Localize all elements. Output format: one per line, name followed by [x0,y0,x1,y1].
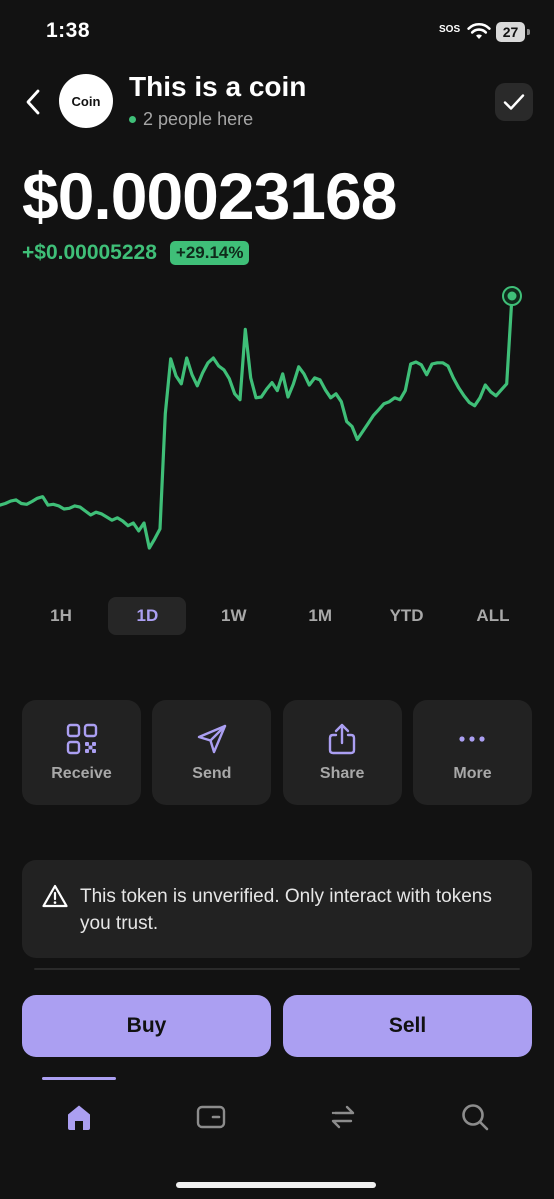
range-tab-1w[interactable]: 1W [195,597,273,635]
page-title: This is a coin [129,71,307,102]
back-button[interactable] [18,84,48,120]
nav-wallet[interactable] [189,1095,233,1139]
price-chart[interactable] [0,280,554,570]
divider [34,968,520,970]
presence-indicator: 2 people here [129,109,253,130]
share-button[interactable]: Share [282,700,402,805]
receive-label: Receive [51,765,112,782]
send-label: Send [192,765,232,782]
presence-text: 2 people here [143,109,254,129]
home-indicator [176,1182,376,1188]
battery-level: 27 [496,22,525,42]
buy-button[interactable]: Buy [22,995,271,1057]
price-change-percent-badge: +29.14% [169,241,250,265]
more-label: More [453,765,492,782]
nav-swap[interactable] [321,1095,365,1139]
range-tab-1d[interactable]: 1D [108,597,187,635]
qr-code-icon [66,723,97,755]
checkmark-icon [503,94,525,110]
more-icon [459,736,486,742]
warning-text: This token is unverified. Only interact … [80,886,492,934]
share-label: Share [319,765,365,782]
online-dot [129,116,136,123]
watchlist-button[interactable] [495,83,533,121]
share-icon [328,723,356,755]
current-price-marker [507,291,517,301]
send-button[interactable]: Send [152,700,272,805]
sell-button[interactable]: Sell [283,995,532,1057]
price-change-amount: +$0.00005228 [22,241,157,264]
swap-icon [331,1105,355,1129]
nav-home[interactable] [57,1095,101,1139]
unverified-token-warning: This token is unverified. Only interact … [22,860,532,958]
send-icon [197,724,227,754]
wallet-icon [196,1105,226,1129]
search-icon [462,1104,489,1131]
price-value: $0.00023168 [22,159,397,233]
price-change: +$0.00005228 +29.14% [22,241,250,265]
status-time: 1:38 [46,19,91,42]
warning-icon [42,884,68,908]
more-button[interactable]: More [412,700,532,805]
range-tab-ytd[interactable]: YTD [368,597,446,635]
time-range-selector: 1H 1D 1W 1M YTD ALL [22,597,532,635]
range-tab-1m[interactable]: 1M [281,597,359,635]
action-buttons: Receive Send Share More [22,700,532,805]
receive-button[interactable]: Receive [22,700,141,805]
battery-icon: 27 [496,22,530,42]
wifi-icon [467,22,491,40]
range-tab-all[interactable]: ALL [454,597,532,635]
nav-search[interactable] [453,1095,497,1139]
coin-avatar: Coin [59,74,113,128]
chevron-left-icon [26,89,40,115]
active-tab-indicator [42,1077,116,1080]
range-tab-1h[interactable]: 1H [22,597,100,635]
sos-indicator: SOS [439,24,461,35]
price-line [0,294,514,550]
home-icon [68,1105,90,1130]
